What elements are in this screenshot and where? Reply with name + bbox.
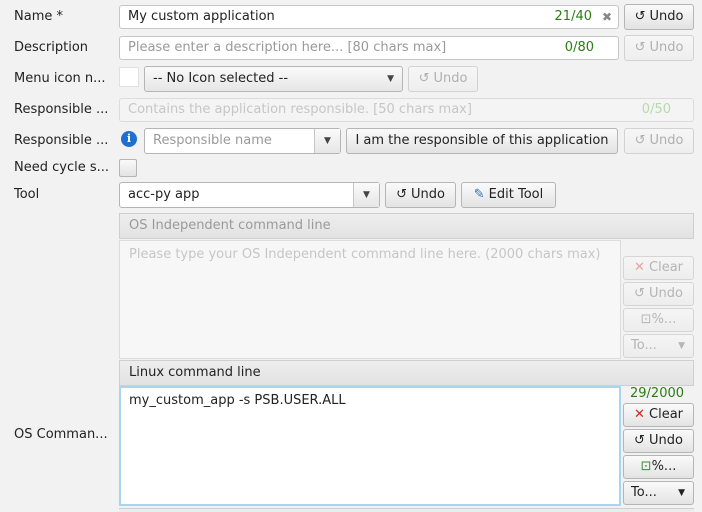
responsible-app-field[interactable]: Contains the application responsible. [5… — [119, 98, 694, 122]
responsible-app-counter: 0/50 — [641, 102, 671, 117]
description-label: Description — [14, 40, 89, 55]
insert-variable-icon: ⊡ — [640, 459, 652, 474]
responsible-app-placeholder: Contains the application responsible. [5… — [128, 102, 472, 117]
linux-variable-button[interactable]: ⊡%... — [623, 455, 694, 479]
os-independent-textarea[interactable]: Please type your OS Independent command … — [119, 240, 621, 359]
linux-undo-button[interactable]: ↺ Undo — [623, 429, 694, 453]
description-placeholder: Please enter a description here... [80 c… — [128, 40, 447, 55]
info-icon: i — [121, 131, 137, 147]
responsible-label: Responsible ... — [14, 133, 109, 148]
description-field[interactable]: Please enter a description here... [80 c… — [119, 36, 619, 60]
red-x-icon: ✕ — [633, 407, 645, 422]
menu-icon-select[interactable]: -- No Icon selected -- ▼ — [144, 66, 403, 92]
need-cycle-label: Need cycle s... — [14, 160, 110, 175]
chevron-down-icon: ▼ — [678, 488, 685, 498]
tool-combo[interactable]: acc-py app ▼ — [119, 182, 380, 208]
os-independent-to-dropdown[interactable]: To... ▼ — [623, 334, 694, 358]
os-independent-placeholder: Please type your OS Independent command … — [129, 247, 601, 262]
name-value: My custom application — [128, 9, 275, 24]
menu-icon-undo-button[interactable]: ↺ Undo — [408, 66, 478, 92]
tool-value: acc-py app — [128, 187, 200, 202]
tool-undo-button[interactable]: ↺ Undo — [385, 182, 456, 208]
edit-tool-icon: ✎ — [473, 187, 485, 202]
name-field[interactable]: My custom application 21/40 ✖ — [119, 5, 619, 29]
responsible-undo-button[interactable]: ↺ Undo — [624, 128, 694, 154]
tool-label: Tool — [14, 187, 40, 202]
linux-command-textarea[interactable]: my_custom_app -s PSB.USER.ALL — [119, 386, 621, 506]
undo-arrow-icon: ↺ — [396, 187, 407, 202]
next-panel-edge — [119, 508, 694, 512]
icon-preview — [119, 67, 139, 87]
responsible-app-label: Responsible ... — [14, 102, 109, 117]
need-cycle-checkbox[interactable] — [119, 159, 137, 177]
undo-arrow-icon: ↺ — [634, 40, 646, 55]
linux-command-value: my_custom_app -s PSB.USER.ALL — [129, 393, 346, 408]
menu-icon-label: Menu icon n... — [14, 71, 106, 86]
chevron-down-icon: ▼ — [678, 341, 685, 351]
insert-variable-icon: ⊡ — [640, 312, 652, 327]
description-undo-button[interactable]: ↺ Undo — [624, 35, 694, 61]
linux-clear-button[interactable]: ✕ Clear — [623, 403, 694, 427]
linux-header: Linux command line — [119, 360, 694, 386]
red-x-icon: ✕ — [633, 260, 645, 275]
chevron-down-icon[interactable]: ▼ — [353, 183, 379, 207]
description-counter: 0/80 — [564, 40, 594, 55]
os-independent-clear-button[interactable]: ✕ Clear — [623, 256, 694, 280]
set-self-responsible-button[interactable]: I am the responsible of this application — [346, 128, 618, 154]
os-independent-undo-button[interactable]: ↺ Undo — [623, 282, 694, 306]
responsible-name-placeholder: Responsible name — [153, 133, 272, 148]
name-label: Name * — [14, 9, 63, 24]
menu-icon-selected: -- No Icon selected -- — [153, 71, 289, 86]
undo-arrow-icon: ↺ — [634, 9, 646, 24]
os-commands-label: OS Comman... — [14, 427, 108, 442]
clear-field-icon[interactable]: ✖ — [602, 6, 612, 28]
undo-arrow-icon: ↺ — [418, 71, 430, 86]
linux-to-dropdown[interactable]: To... ▼ — [623, 481, 694, 505]
undo-arrow-icon: ↺ — [633, 286, 645, 301]
chevron-down-icon[interactable]: ▼ — [314, 129, 340, 153]
name-counter: 21/40 — [554, 9, 592, 24]
os-independent-variable-button[interactable]: ⊡%... — [623, 308, 694, 332]
undo-arrow-icon: ↺ — [633, 433, 645, 448]
os-independent-header: OS Independent command line — [119, 213, 694, 239]
responsible-name-combo[interactable]: Responsible name ▼ — [144, 128, 341, 154]
linux-counter: 29/2000 — [630, 386, 685, 401]
chevron-down-icon: ▼ — [387, 74, 394, 84]
undo-arrow-icon: ↺ — [634, 133, 646, 148]
edit-tool-button[interactable]: ✎ Edit Tool — [461, 182, 556, 208]
name-undo-button[interactable]: ↺ Undo — [624, 4, 694, 30]
